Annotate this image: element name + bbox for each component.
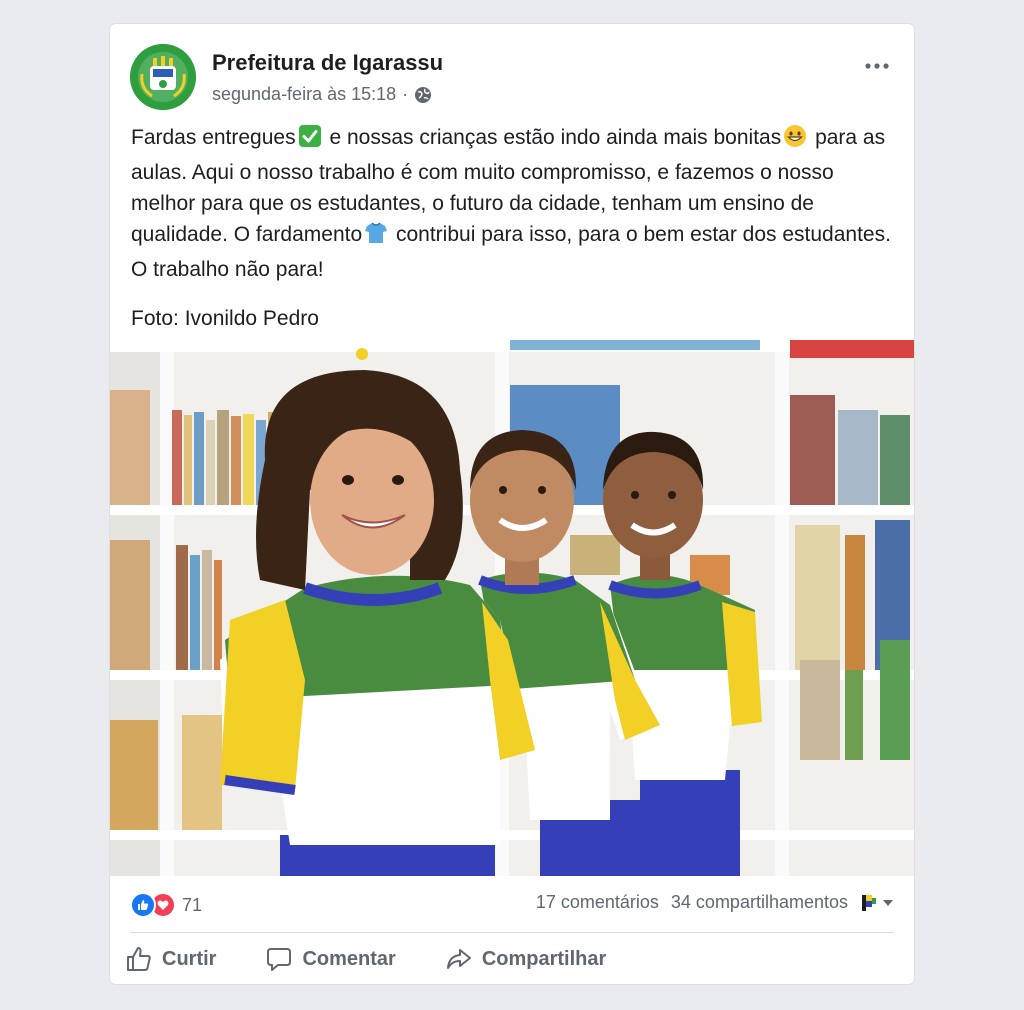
post-actions: Curtir Comentar Compartilhar	[126, 936, 894, 982]
photo-credit: Foto: Ivonildo Pedro	[131, 307, 319, 330]
city-crest-logo	[130, 44, 196, 110]
globe-icon	[414, 86, 432, 104]
post-timestamp[interactable]: segunda-feira às 15:18	[212, 84, 396, 105]
comments-count-link[interactable]: 17 comentários	[536, 892, 659, 913]
like-button-label: Curtir	[162, 947, 217, 970]
chevron-down-icon	[883, 899, 893, 906]
page-selector[interactable]	[860, 893, 894, 913]
check-mark-button-icon	[298, 124, 322, 157]
share-button-label: Compartilhar	[481, 947, 607, 970]
more-options-button[interactable]	[860, 54, 894, 78]
stats-right: 17 comentários 34 compartilhamentos	[536, 892, 894, 913]
post-card: Prefeitura de Igarassu segunda-feira às …	[110, 24, 914, 984]
post-text-segment: e nossas crianças estão indo ainda mais …	[323, 126, 782, 149]
comment-bubble-icon	[267, 948, 292, 971]
post-photo[interactable]	[110, 340, 914, 876]
more-options-icon	[865, 63, 889, 69]
shares-count-link[interactable]: 34 compartilhamentos	[671, 892, 848, 913]
post-text-segment: Fardas entregues	[131, 126, 296, 149]
page-avatar[interactable]	[130, 44, 196, 110]
meta-separator: ·	[402, 84, 409, 104]
post-meta: segunda-feira às 15:18 ·	[212, 84, 432, 105]
post-paragraph: Fardas entregues e nossas crianças estão…	[131, 122, 901, 285]
comment-button[interactable]: Comentar	[266, 946, 396, 972]
reaction-count: 71	[182, 894, 203, 915]
photo-children-school-uniforms	[110, 340, 914, 876]
grinning-face-icon	[783, 124, 807, 157]
stats-divider	[130, 932, 894, 933]
share-button[interactable]: Compartilhar	[446, 946, 606, 972]
like-button[interactable]: Curtir	[126, 946, 216, 972]
thumbs-up-icon	[127, 947, 151, 971]
post-header: Prefeitura de Igarassu segunda-feira às …	[130, 44, 894, 114]
like-reaction-icon	[130, 892, 156, 918]
post-stats: 71 17 comentários 34 compartilhamentos	[130, 888, 894, 920]
post-text: Fardas entregues e nossas crianças estão…	[131, 122, 901, 334]
reactions-summary[interactable]: 71	[130, 892, 202, 918]
share-arrow-icon	[446, 949, 471, 969]
comment-button-label: Comentar	[302, 947, 396, 970]
page-name-link[interactable]: Prefeitura de Igarassu	[212, 50, 443, 76]
page-flag-icon	[862, 894, 876, 911]
shirt-icon	[364, 221, 388, 254]
